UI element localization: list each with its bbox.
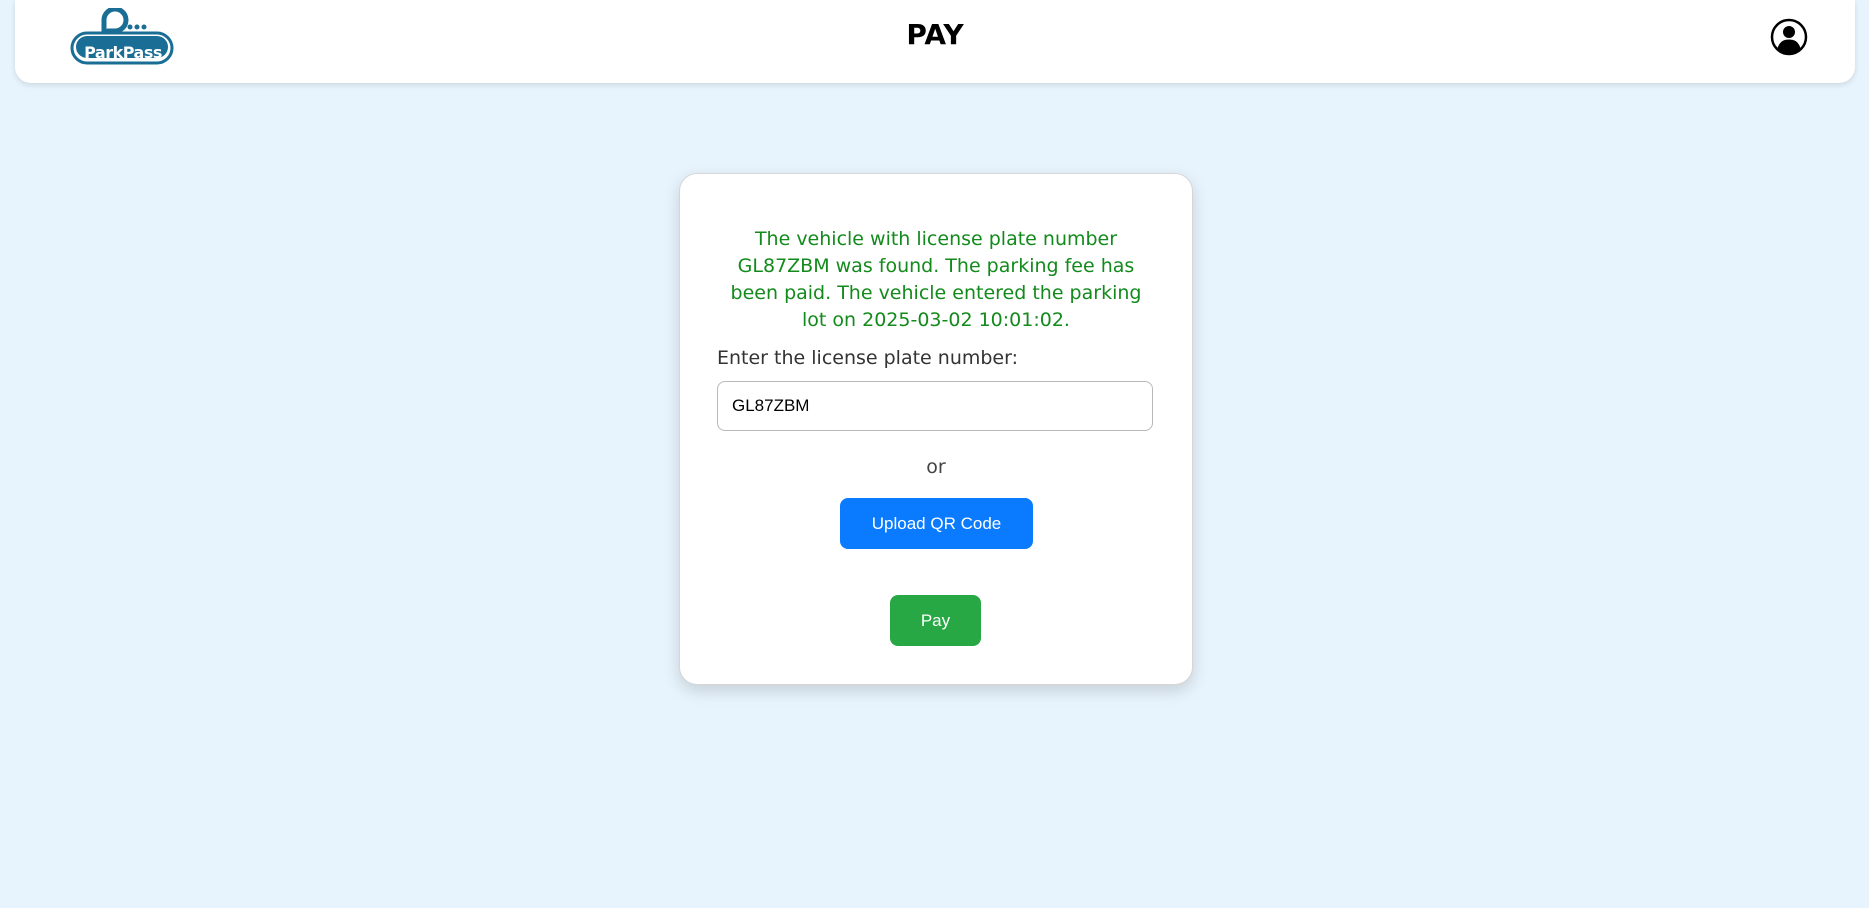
upload-qr-code-button[interactable]: Upload QR Code <box>840 498 1033 549</box>
or-divider-text: or <box>926 456 946 478</box>
pay-card: The vehicle with license plate number GL… <box>679 173 1193 685</box>
top-header: ParkPass PAY <box>15 0 1855 83</box>
license-plate-input[interactable] <box>717 381 1153 431</box>
success-message: The vehicle with license plate number GL… <box>730 228 1142 331</box>
plate-field-label: Enter the license plate number: <box>717 347 1019 369</box>
pay-button[interactable]: Pay <box>890 595 981 646</box>
user-circle-icon <box>1770 18 1808 56</box>
profile-button[interactable] <box>1769 17 1809 57</box>
pay-page: { "header": { "logo_text": "ParkPass", "… <box>0 0 1869 908</box>
page-title: PAY <box>906 18 964 51</box>
